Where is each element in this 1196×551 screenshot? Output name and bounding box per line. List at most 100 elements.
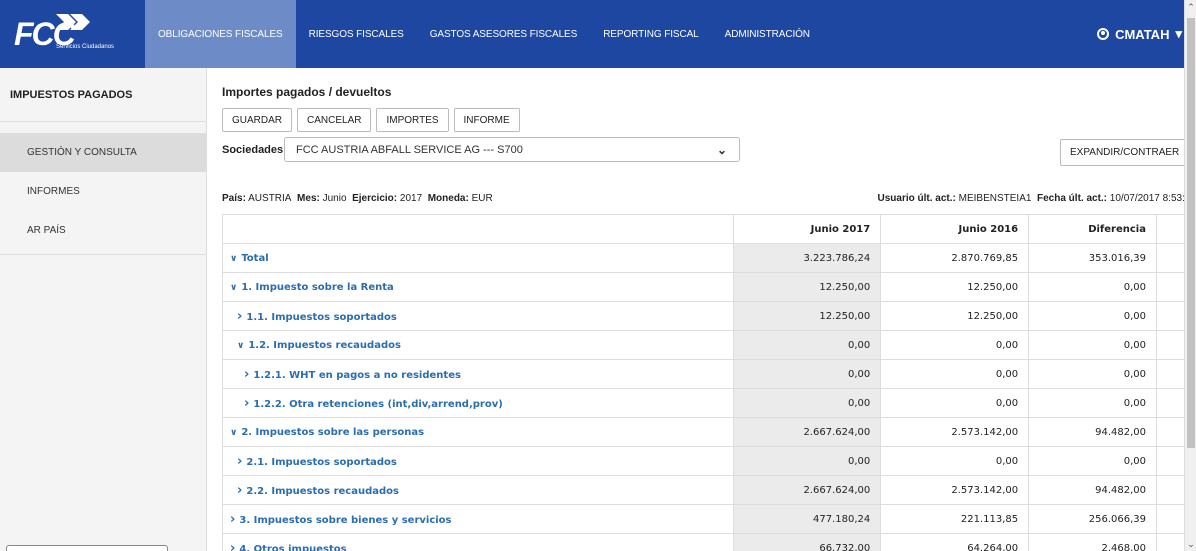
table-row[interactable]: › 2.2. Impuestos recaudados 2.667.624,00 2.…: [221, 475, 1186, 505]
guardar-button[interactable]: GUARDAR: [222, 108, 293, 132]
value-diferencia: 0,00: [1028, 301, 1157, 331]
cancelar-button[interactable]: CANCELAR: [297, 108, 372, 132]
nav-item-2[interactable]: RIESGOS FISCALES: [296, 0, 417, 68]
column-header-diferencia[interactable]: Diferencia: [1028, 214, 1157, 244]
chevron-down-icon[interactable]: ∨: [230, 283, 237, 293]
chevron-right-icon[interactable]: ›: [237, 309, 242, 324]
sociedades-select[interactable]: FCC AUSTRIA ABFALL SERVICE AG --- S700 ⌄: [284, 137, 740, 162]
column-header-2017[interactable]: Junio 2017: [733, 214, 882, 244]
row-label[interactable]: › 4. Otros impuestos: [221, 533, 735, 551]
nav-item-5[interactable]: ADMINISTRACIÓN: [712, 0, 823, 68]
row-extra-cell: [1156, 417, 1186, 447]
value-2017: 66.732,00: [733, 533, 882, 551]
row-label-text: 1.2. Impuestos recaudados: [248, 339, 401, 351]
chevron-down-icon[interactable]: ∨: [230, 428, 237, 438]
row-extra-cell: [1156, 446, 1186, 476]
row-extra-cell: [1156, 272, 1186, 302]
row-label[interactable]: › 1.2.2. Otra retenciones (int,div,arrend…: [221, 388, 735, 418]
table-header-row: Junio 2017 Junio 2016 Diferencia: [221, 214, 1186, 244]
user-menu[interactable]: CMATAH ▾: [1097, 0, 1182, 68]
row-label[interactable]: ∨ 2. Impuestos sobre las personas: [221, 417, 735, 447]
nav-item-4[interactable]: REPORTING FISCAL: [590, 0, 711, 68]
value-diferencia: 353.016,39: [1028, 243, 1157, 273]
scroll-up-icon[interactable]: ⌃: [1185, 0, 1196, 14]
value-diferencia: 94.482,00: [1028, 475, 1157, 505]
logo-subtitle: Servicios Ciudadanos: [56, 44, 115, 50]
value-diferencia: 0,00: [1028, 272, 1157, 302]
chevron-right-icon[interactable]: ›: [237, 454, 242, 469]
row-label[interactable]: ∨ Total: [221, 243, 735, 273]
ejercicio-value: 2017: [399, 193, 423, 204]
chevron-down-icon[interactable]: ∨: [237, 341, 244, 351]
value-2016: 221.113,85: [880, 504, 1030, 534]
vertical-scrollbar[interactable]: ⌃ ⌄: [1184, 0, 1196, 551]
column-header-label: [221, 214, 735, 244]
main-nav: OBLIGACIONES FISCALES RIESGOS FISCALES GAS…: [145, 0, 823, 68]
usuario-label: Usuario últ. act.:: [877, 193, 956, 204]
value-2017: 2.667.624,00: [733, 417, 882, 447]
chevron-right-icon[interactable]: ›: [244, 367, 249, 382]
value-2016: 12.250,00: [880, 301, 1030, 331]
value-diferencia: 256.066,39: [1028, 504, 1157, 534]
value-2017: 0,00: [733, 446, 882, 476]
row-extra-cell: [1156, 388, 1186, 418]
row-label-text: 1.2.1. WHT en pagos a no residentes: [253, 369, 461, 381]
informe-button[interactable]: INFORME: [453, 108, 520, 132]
sidebar-divider: [0, 254, 206, 255]
column-header-2016[interactable]: Junio 2016: [880, 214, 1030, 244]
chevron-right-icon[interactable]: ›: [230, 541, 235, 551]
value-diferencia: 0,00: [1028, 388, 1157, 418]
row-label[interactable]: ∨ 1.2. Impuestos recaudados: [221, 330, 735, 360]
row-extra-cell: [1156, 533, 1186, 551]
value-diferencia: 2.468,00: [1028, 533, 1157, 551]
row-label[interactable]: ∨ 1. Impuesto sobre la Renta: [221, 272, 735, 302]
nav-item-3[interactable]: GASTOS ASESORES FISCALES: [417, 0, 590, 68]
row-label[interactable]: › 1.2.1. WHT en pagos a no residentes: [221, 359, 735, 389]
row-label[interactable]: › 2.1. Impuestos soportados: [221, 446, 735, 476]
pais-label: País:: [222, 193, 246, 204]
row-extra-cell: [1156, 301, 1186, 331]
sidebar-item-informes[interactable]: INFORMES: [0, 172, 206, 211]
value-2016: 0,00: [880, 359, 1030, 389]
chevron-right-icon[interactable]: ›: [230, 512, 235, 527]
chevron-down-icon[interactable]: ∨: [230, 254, 237, 264]
sidebar-bottom-button[interactable]: [6, 545, 168, 551]
value-2016: 2.573.142,00: [880, 475, 1030, 505]
table-row[interactable]: ∨ 1.2. Impuestos recaudados 0,00 0,00 0,00: [221, 330, 1186, 360]
table-row[interactable]: ∨ Total 3.223.786,24 2.870.769,85 353.016,39: [221, 243, 1186, 273]
row-label[interactable]: › 3. Impuestos sobre bienes y servicios: [221, 504, 735, 534]
table-row[interactable]: ∨ 2. Impuestos sobre las personas 2.667.62…: [221, 417, 1186, 447]
table-row[interactable]: › 2.1. Impuestos soportados 0,00 0,00 0,00: [221, 446, 1186, 476]
table-row[interactable]: › 4. Otros impuestos 66.732,00 64.264,00 2.4…: [221, 533, 1186, 551]
nav-item-1[interactable]: OBLIGACIONES FISCALES: [145, 0, 296, 68]
chevron-right-icon[interactable]: ›: [244, 396, 249, 411]
table-row[interactable]: › 3. Impuestos sobre bienes y servicios 47…: [221, 504, 1186, 534]
top-navbar: FCC Servicios Ciudadanos OBLIGACIONES FI…: [0, 0, 1196, 68]
table-row[interactable]: › 1.2.2. Otra retenciones (int,div,arrend…: [221, 388, 1186, 418]
chevron-right-icon[interactable]: ›: [237, 483, 242, 498]
expand-collapse-button[interactable]: EXPANDIR/CONTRAER: [1060, 139, 1190, 166]
table-row[interactable]: › 1.1. Impuestos soportados 12.250,00 12.25…: [221, 301, 1186, 331]
value-2016: 12.250,00: [880, 272, 1030, 302]
row-label[interactable]: › 1.1. Impuestos soportados: [221, 301, 735, 331]
row-label-text: 2. Impuestos sobre las personas: [241, 426, 425, 438]
table-row[interactable]: ∨ 1. Impuesto sobre la Renta 12.250,00 12.2…: [221, 272, 1186, 302]
sidebar-item-gestion[interactable]: GESTIÓN Y CONSULTA: [0, 133, 206, 172]
importes-button[interactable]: IMPORTES: [376, 108, 449, 132]
mes-label: Mes:: [297, 193, 320, 204]
scroll-down-icon[interactable]: ⌄: [1185, 537, 1196, 551]
usuario-value: MEIBENSTEIA1: [958, 193, 1032, 204]
value-2017: 3.223.786,24: [733, 243, 882, 273]
table-row[interactable]: › 1.2.1. WHT en pagos a no residentes 0,00…: [221, 359, 1186, 389]
value-diferencia: 0,00: [1028, 359, 1157, 389]
value-2016: 0,00: [880, 446, 1030, 476]
sidebar-item-ar-pais[interactable]: AR PAÍS: [0, 211, 206, 250]
scroll-thumb[interactable]: [1187, 18, 1195, 448]
value-2017: 12.250,00: [733, 301, 882, 331]
row-label[interactable]: › 2.2. Impuestos recaudados: [221, 475, 735, 505]
row-extra-cell: [1156, 359, 1186, 389]
value-2016: 64.264,00: [880, 533, 1030, 551]
row-label-text: 2.1. Impuestos soportados: [246, 456, 397, 468]
toolbar: GUARDAR CANCELAR IMPORTES INFORME: [222, 108, 520, 132]
fcc-logo[interactable]: FCC Servicios Ciudadanos: [0, 0, 145, 68]
